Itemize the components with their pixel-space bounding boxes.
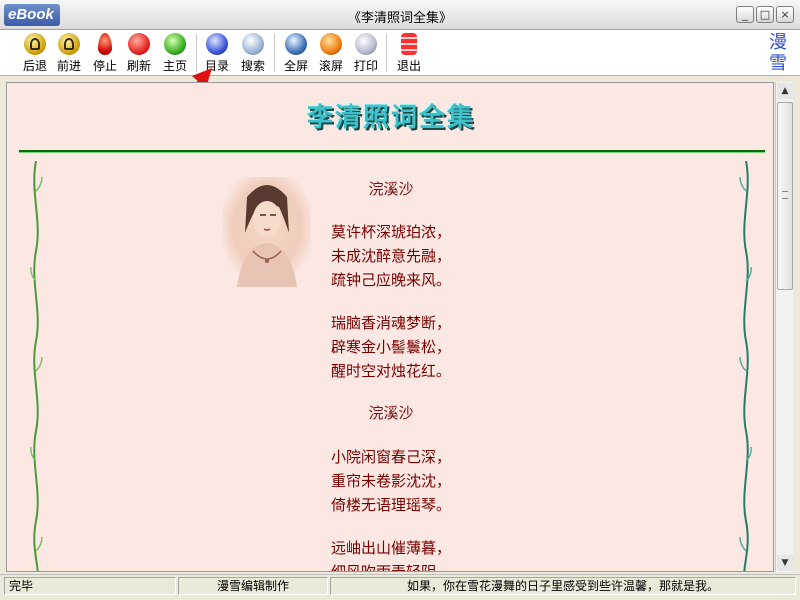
vertical-scrollbar[interactable]: ▲ ▼ bbox=[775, 82, 793, 572]
stop-icon bbox=[98, 33, 112, 55]
brand-mark: 漫雪 bbox=[769, 32, 787, 74]
status-message: 如果，你在雪花漫舞的日子里感受到些许温馨，那就是我。 bbox=[330, 577, 796, 595]
toolbar: 后退 前进 停止 刷新 主页 目录 搜索 全屏 滚屏 打印 退出 漫雪 bbox=[0, 30, 800, 76]
exit-label: 退出 bbox=[396, 59, 421, 73]
poem-line: 醒时空对烛花红。 bbox=[330, 362, 451, 380]
poem-stanza: 瑞脑香消魂梦断， 辟寒金小髻鬟松， 醒时空对烛花红。 bbox=[7, 311, 773, 383]
toolbar-separator bbox=[274, 34, 275, 72]
maximize-button[interactable]: □ bbox=[756, 6, 774, 23]
poem-line: 辟寒金小髻鬟松， bbox=[330, 338, 451, 356]
fullscreen-icon bbox=[285, 33, 307, 55]
back-label: 后退 bbox=[22, 59, 47, 73]
refresh-icon bbox=[128, 33, 150, 55]
search-label: 搜索 bbox=[240, 59, 265, 73]
title-bar: eBook 《李清照词全集》 _ □ × bbox=[0, 0, 800, 30]
forward-label: 前进 bbox=[56, 59, 81, 73]
poem-title: 浣溪沙 bbox=[368, 180, 414, 198]
divider-rule bbox=[19, 150, 765, 153]
autoscroll-button[interactable]: 滚屏 bbox=[314, 33, 348, 74]
directory-icon bbox=[206, 33, 228, 55]
scroll-down-button[interactable]: ▼ bbox=[777, 555, 793, 571]
poem-line: 瑞脑香消魂梦断， bbox=[330, 314, 451, 332]
window-title: 《李清照词全集》 bbox=[347, 11, 452, 26]
poem-stanza: 莫许杯深琥珀浓， 未成沈醉意先融， 疏钟己应晚来风。 bbox=[7, 220, 773, 292]
poem-line: 重帘未卷影沈沈， bbox=[330, 472, 451, 490]
poem-stanza: 远岫出山催薄暮， 细风吹雨弄轻阴， bbox=[7, 536, 773, 572]
minimize-button[interactable]: _ bbox=[736, 6, 754, 23]
content-pane[interactable]: 李清照词全集 浣溪沙 莫许杯深琥珀浓， 未成沈醉意先融， 疏钟己应晚来风。 瑞脑… bbox=[6, 82, 774, 572]
toolbar-separator bbox=[386, 34, 387, 72]
exit-button[interactable]: 退出 bbox=[392, 33, 426, 74]
scroll-thumb[interactable] bbox=[777, 102, 793, 290]
status-bar: 完毕 漫雪编辑制作 如果，你在雪花漫舞的日子里感受到些许温馨，那就是我。 bbox=[0, 574, 800, 600]
forward-icon bbox=[58, 33, 80, 55]
poem-stanza: 小院闲窗春己深， 重帘未卷影沈沈， 倚楼无语理瑶琴。 bbox=[7, 445, 773, 517]
status-state: 完毕 bbox=[4, 577, 176, 595]
poem-line: 未成沈醉意先融， bbox=[330, 247, 451, 265]
scroll-up-button[interactable]: ▲ bbox=[777, 83, 793, 99]
page-title: 李清照词全集 bbox=[306, 103, 475, 133]
poem-line: 莫许杯深琥珀浓， bbox=[330, 223, 451, 241]
poem-line: 疏钟己应晚来风。 bbox=[330, 271, 451, 289]
close-button[interactable]: × bbox=[776, 6, 794, 23]
fullscreen-label: 全屏 bbox=[283, 59, 308, 73]
exit-icon bbox=[401, 33, 417, 55]
window-controls: _ □ × bbox=[736, 6, 794, 23]
status-author: 漫雪编辑制作 bbox=[178, 577, 328, 595]
print-label: 打印 bbox=[353, 59, 378, 73]
print-button[interactable]: 打印 bbox=[349, 33, 383, 74]
poem-line: 小院闲窗春己深， bbox=[330, 448, 451, 466]
home-icon bbox=[164, 33, 186, 55]
fullscreen-button[interactable]: 全屏 bbox=[279, 33, 313, 74]
poem-line: 远岫出山催薄暮， bbox=[330, 539, 451, 557]
search-icon bbox=[242, 33, 264, 55]
stop-button[interactable]: 停止 bbox=[88, 33, 122, 74]
poem-title: 浣溪沙 bbox=[368, 404, 414, 422]
print-icon bbox=[355, 33, 377, 55]
back-icon bbox=[24, 33, 46, 55]
search-button[interactable]: 搜索 bbox=[236, 33, 270, 74]
forward-button[interactable]: 前进 bbox=[52, 33, 86, 74]
autoscroll-icon bbox=[320, 33, 342, 55]
back-button[interactable]: 后退 bbox=[18, 33, 52, 74]
autoscroll-label: 滚屏 bbox=[318, 59, 343, 73]
stop-label: 停止 bbox=[92, 59, 117, 73]
poem-line: 细风吹雨弄轻阴， bbox=[330, 563, 451, 572]
poem-line: 倚楼无语理瑶琴。 bbox=[330, 496, 451, 514]
